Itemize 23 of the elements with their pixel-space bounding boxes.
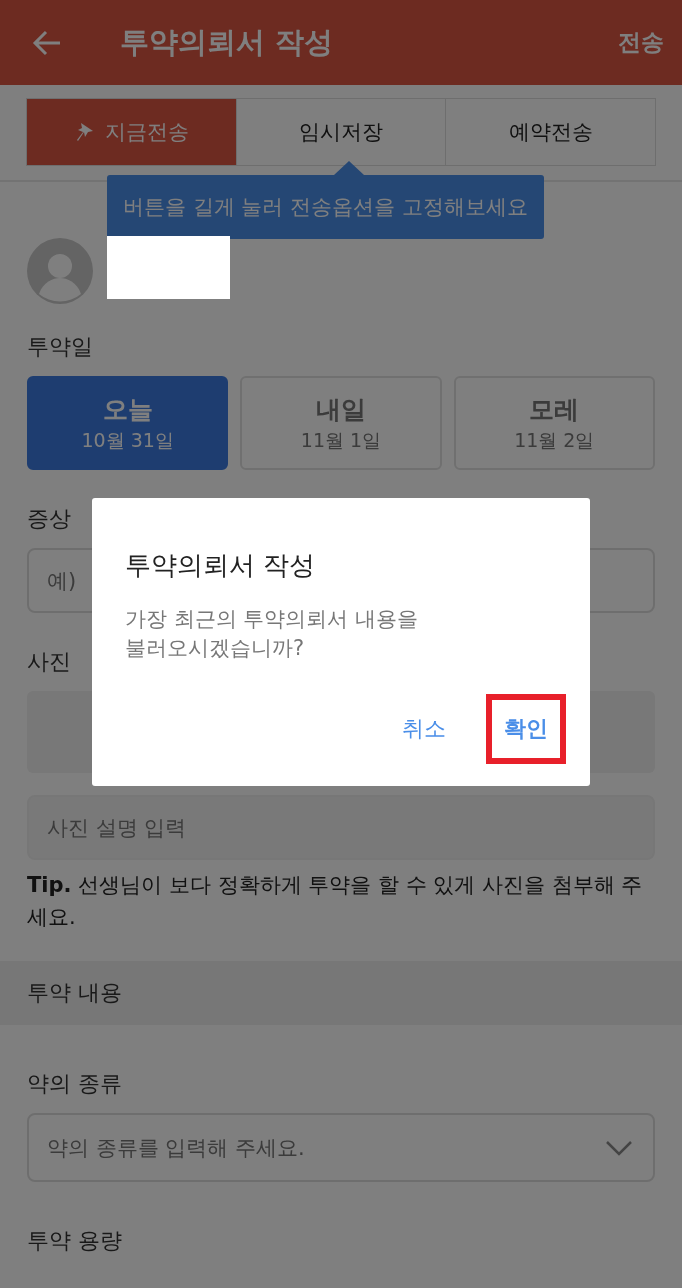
tooltip: 버튼을 길게 눌러 전송옵션을 고정해보세요	[107, 175, 544, 239]
field-label: 약의 종류	[27, 1070, 122, 1098]
date-option[interactable]: 내일 11월 1일	[240, 376, 442, 470]
send-option-tab[interactable]: 지금전송	[27, 99, 236, 165]
back-icon[interactable]	[32, 29, 62, 56]
medicine-type-dropdown[interactable]: 약의 종류를 입력해 주세요.	[27, 1113, 655, 1182]
dialog-message: 가장 최근의 투약의뢰서 내용을 불러오시겠습니까?	[125, 606, 420, 663]
screen-title: 투약의뢰서 작성	[120, 23, 335, 61]
field-label: 투약일	[27, 333, 93, 361]
field-label: 증상	[27, 505, 71, 533]
caption-field[interactable]: 사진 설명 입력	[27, 795, 655, 860]
dialog-title: 투약의뢰서 작성	[125, 549, 317, 582]
field-label: 사진	[27, 648, 71, 676]
date-option[interactable]: 오늘 10월 31일	[27, 376, 229, 470]
avatar-icon	[27, 238, 93, 304]
send-button[interactable]: 전송	[614, 23, 668, 62]
field-label: 투약 용량	[27, 1227, 122, 1255]
chevron-down-icon	[605, 1139, 633, 1156]
section-title: 투약 내용	[27, 979, 122, 1007]
tooltip-pointer-icon	[334, 161, 364, 175]
tip-text: Tip. 선생님이 보다 정확하게 투약을 할 수 있게 사진을 첨부해 주세요.	[27, 872, 644, 931]
date-option[interactable]: 모레 11월 2일	[453, 376, 655, 470]
highlighted-dialog-button[interactable]: 확인	[486, 694, 566, 764]
